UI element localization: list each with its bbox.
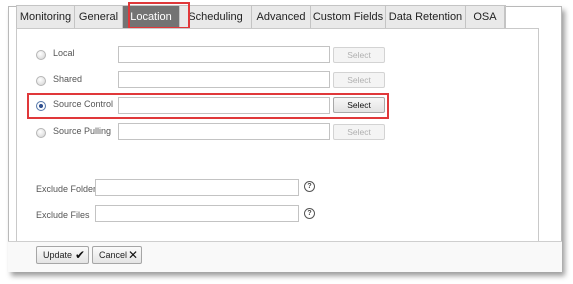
shared-label: Shared [53, 74, 83, 84]
source-control-path-input[interactable] [118, 97, 330, 114]
check-icon: ✔ [74, 248, 85, 262]
shared-radio[interactable] [36, 76, 46, 86]
exclude-files-help-icon[interactable]: ? [304, 208, 315, 219]
shared-select-button[interactable]: Select [333, 72, 385, 88]
settings-tab-bar: Monitoring General Location Scheduling A… [16, 5, 506, 29]
tab-scheduling[interactable]: Scheduling [180, 6, 252, 28]
cancel-button[interactable]: Cancel ✕ [92, 246, 142, 264]
source-control-label: Source Control [53, 99, 114, 109]
source-pulling-select-button[interactable]: Select [333, 124, 385, 140]
tab-osa[interactable]: OSA [466, 6, 505, 28]
close-icon: ✕ [127, 248, 138, 262]
tab-general[interactable]: General [75, 6, 123, 28]
tab-custom-fields[interactable]: Custom Fields [311, 6, 386, 28]
tab-location[interactable]: Location [123, 6, 180, 28]
shared-path-input[interactable] [118, 71, 330, 88]
local-path-input[interactable] [118, 46, 330, 63]
exclude-folders-input[interactable] [95, 179, 299, 196]
exclude-files-input[interactable] [95, 205, 299, 222]
source-control-select-button[interactable]: Select [333, 97, 385, 113]
source-control-radio[interactable] [36, 101, 46, 111]
update-button[interactable]: Update ✔ [36, 246, 89, 264]
local-select-button[interactable]: Select [333, 47, 385, 63]
local-label: Local [53, 48, 75, 58]
source-pulling-path-input[interactable] [118, 123, 330, 140]
update-label: Update [43, 250, 73, 260]
action-bar: Update ✔ Cancel ✕ [8, 241, 562, 272]
tab-advanced[interactable]: Advanced [252, 6, 311, 28]
exclude-folders-label: Exclude Folders [36, 184, 101, 194]
exclude-files-label: Exclude Files [36, 210, 90, 220]
tab-monitoring[interactable]: Monitoring [17, 6, 75, 28]
cancel-label: Cancel [99, 250, 128, 260]
tab-data-retention[interactable]: Data Retention [386, 6, 466, 28]
exclude-folders-help-icon[interactable]: ? [304, 181, 315, 192]
source-pulling-radio[interactable] [36, 128, 46, 138]
source-pulling-label: Source Pulling [53, 126, 112, 136]
local-radio[interactable] [36, 50, 46, 60]
